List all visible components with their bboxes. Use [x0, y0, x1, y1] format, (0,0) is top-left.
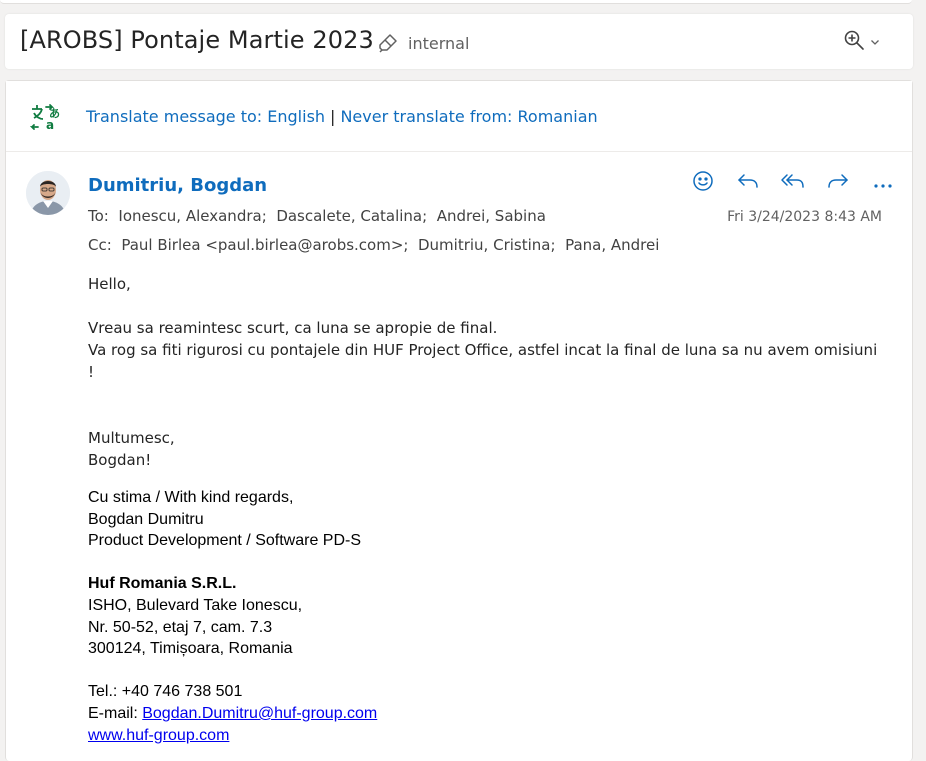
signature-regards: Cu stima / With kind regards, — [88, 489, 294, 506]
signature-email-line: E-mail: Bogdan.Dumitru@huf-group.com — [88, 703, 888, 725]
message-reading-pane: a あ Translate message to: English | Never … — [5, 80, 913, 761]
signature-role: Product Development / Software PD-S — [88, 532, 362, 550]
reply-all-button[interactable] — [770, 169, 815, 197]
recipient[interactable]: Andrei, Sabina — [437, 207, 546, 225]
to-label: To: — [88, 207, 109, 225]
translate-bar: a あ Translate message to: English | Never … — [6, 81, 912, 152]
signature-email-link[interactable]: Bogdan.Dumitru@huf-group.com — [142, 705, 377, 722]
signature-web-link[interactable]: www.huf-group.com — [88, 727, 229, 744]
more-actions-button[interactable] — [860, 169, 905, 197]
signature-address: Nr. 50-52, etaj 7, cam. 7.3 — [88, 618, 273, 636]
zoom-button[interactable] — [843, 29, 881, 55]
recipient[interactable]: Dumitriu, Cristina; — [418, 236, 556, 254]
signature-address: ISHO, Bulevard Take Ionescu, — [88, 596, 303, 614]
body-greeting: Hello, — [88, 275, 131, 293]
svg-text:あ: あ — [49, 107, 60, 120]
signature-web-line: www.huf-group.com — [88, 725, 888, 747]
body-line: Va rog sa fiti rigurosi cu pontajele din… — [88, 341, 878, 381]
to-recipients: To: Ionescu, Alexandra; Dascalete, Catal… — [88, 207, 546, 225]
previous-pane-edge — [0, 0, 912, 4]
cc-label: Cc: — [88, 236, 112, 254]
forward-icon — [826, 170, 850, 196]
message-body: Hello, Vreau sa reamintesc scurt, ca lun… — [88, 273, 888, 471]
message-date: Fri 3/24/2023 8:43 AM — [727, 209, 882, 225]
tag-eraser-icon — [377, 32, 399, 58]
reply-icon — [736, 170, 760, 196]
cc-recipients: Cc: Paul Birlea <paul.birlea@arobs.com>;… — [88, 236, 659, 254]
translate-message-link[interactable]: Translate message to: English — [86, 107, 325, 126]
signature-name: Bogdan Dumitru — [88, 510, 204, 528]
recipient[interactable]: Ionescu, Alexandra; — [118, 207, 266, 225]
more-icon — [873, 174, 893, 193]
react-button[interactable] — [680, 169, 725, 197]
subject-header: [AROBS] Pontaje Martie 2023 internal — [5, 14, 913, 69]
body-line: Vreau sa reamintesc scurt, ca luna se ap… — [88, 319, 498, 337]
signature-address: 300124, Timișoara, Romania — [88, 640, 293, 658]
email-signature: Cu stima / With kind regards, Bogdan Dum… — [88, 487, 888, 746]
recipient[interactable]: Pana, Andrei — [565, 236, 659, 254]
smiley-icon — [692, 170, 714, 196]
signature-company: Huf Romania S.R.L. — [88, 575, 237, 593]
translate-separator: | — [330, 107, 336, 126]
message-actions — [680, 169, 905, 197]
signature-email-label: E-mail: — [88, 704, 143, 722]
recipient[interactable]: Paul Birlea <paul.birlea@arobs.com>; — [121, 236, 408, 254]
signature-phone: Tel.: +40 746 738 501 — [88, 683, 243, 701]
body-closing: Multumesc, — [88, 429, 175, 447]
forward-button[interactable] — [815, 169, 860, 197]
translate-links: Translate message to: English | Never tran… — [86, 107, 598, 126]
sender-name[interactable]: Dumitriu, Bogdan — [88, 175, 267, 196]
reply-all-icon — [780, 170, 806, 196]
never-translate-link[interactable]: Never translate from: Romanian — [340, 107, 597, 126]
body-sender-name: Bogdan! — [88, 451, 152, 469]
zoom-in-icon — [843, 29, 865, 55]
avatar[interactable] — [26, 171, 70, 215]
translate-icon: a あ — [29, 103, 60, 135]
sensitivity-label[interactable]: internal — [408, 34, 469, 53]
reply-button[interactable] — [725, 169, 770, 197]
message-subject: [AROBS] Pontaje Martie 2023 — [20, 26, 374, 54]
recipient[interactable]: Dascalete, Catalina; — [276, 207, 427, 225]
chevron-down-icon — [869, 33, 881, 52]
